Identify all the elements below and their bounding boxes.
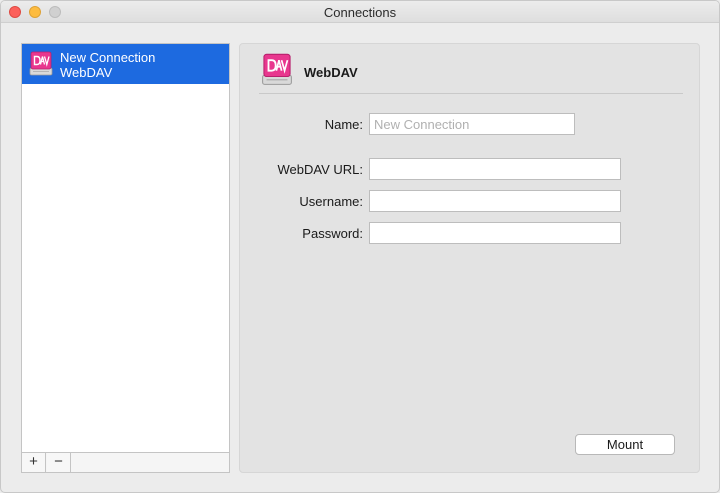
header-divider — [259, 93, 683, 94]
connections-window: Connections New Connection WebDAV + − We… — [0, 0, 720, 493]
connection-name: New Connection — [60, 50, 156, 65]
name-field[interactable] — [369, 113, 575, 135]
connection-list-item[interactable]: New Connection WebDAV — [22, 44, 229, 84]
connections-list: New Connection WebDAV + − — [21, 43, 230, 473]
remove-connection-button[interactable]: − — [47, 453, 71, 472]
name-label: Name: — [324, 117, 363, 132]
connection-detail-panel: WebDAV Name: WebDAV URL: Username: Passw… — [239, 43, 700, 473]
webdav-url-field[interactable] — [369, 158, 621, 180]
webdav-url-label: WebDAV URL: — [277, 162, 364, 177]
webdav-icon — [262, 53, 292, 85]
password-label: Password: — [302, 226, 363, 241]
add-connection-button[interactable]: + — [22, 453, 46, 472]
title-bar: Connections — [1, 1, 719, 23]
window-title: Connections — [323, 5, 397, 20]
list-footer-bar: + − — [22, 452, 229, 472]
password-field[interactable] — [369, 222, 621, 244]
username-label: Username: — [299, 194, 363, 209]
panel-title: WebDAV — [304, 65, 358, 80]
webdav-icon — [29, 51, 53, 76]
connection-type: WebDAV — [60, 65, 113, 80]
mount-button[interactable]: Mount — [575, 434, 675, 455]
username-field[interactable] — [369, 190, 621, 212]
